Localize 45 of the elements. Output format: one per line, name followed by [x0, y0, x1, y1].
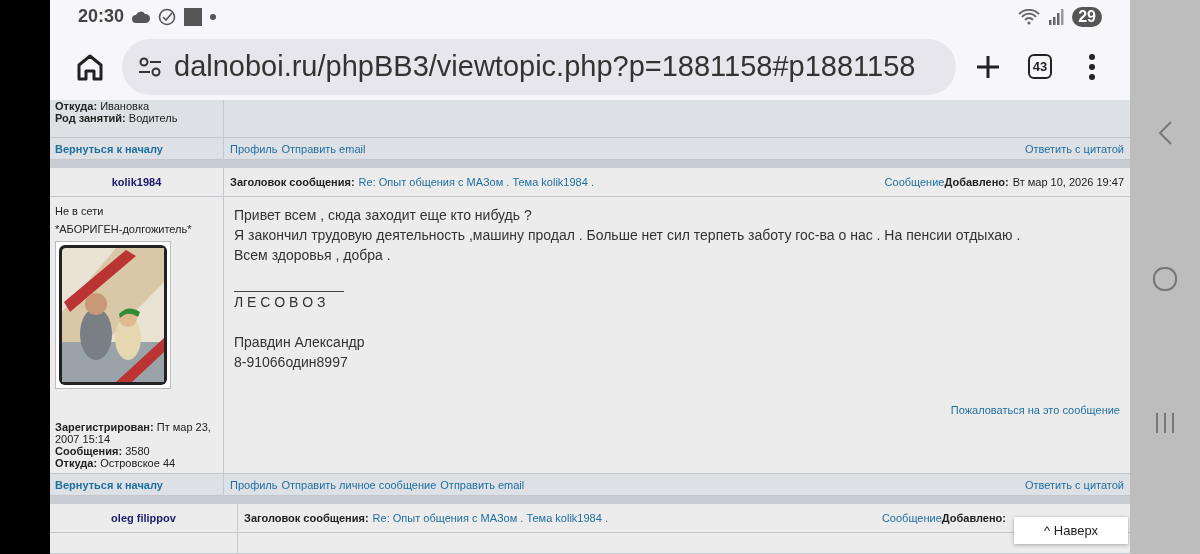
user-rank: *АБОРИГЕН-долгожитель* [55, 223, 193, 235]
profile-field: Род занятий: Водитель [55, 112, 218, 124]
notification-dot-icon [210, 13, 217, 20]
post-date: Вт мар 10, 2026 19:47 [1012, 176, 1124, 188]
post-text: Привет всем , сюда заходит еще кто нибудь ? [234, 206, 533, 225]
check-circle-icon [158, 7, 177, 26]
clock: 20:30 [78, 6, 125, 28]
subject-label: Заголовок сообщения: [244, 512, 369, 524]
added-label: Добавлено: [944, 176, 1009, 188]
subject-link[interactable]: Re: Опыт общения с МАЗом . Тема kolik1984 . [358, 176, 594, 188]
post-text: Я закончил трудовую деятельность ,машину продал . Больше нет сил терпеть заботу гос-ва о нас . На пенсии отдыхаю . [234, 226, 1022, 245]
report-post-link[interactable]: Пожаловаться на это сообщение [950, 400, 1120, 420]
subject-link[interactable]: Re: Опыт общения с МАЗом . Тема kolik1984 . [372, 512, 608, 524]
profile-action-link[interactable]: Отправить личное сообщение [281, 478, 437, 491]
back-to-top-link[interactable]: Вернуться к началу [55, 478, 163, 491]
post-text: Всем здоровья , добра . [234, 246, 392, 265]
signature-text: Правдин Александр [234, 333, 366, 352]
profile-field: Сообщения: 3580 [55, 445, 218, 457]
signature-text: Л Е С О В О З [234, 293, 327, 312]
quote-reply-link[interactable]: Ответить с цитатой [1024, 478, 1124, 491]
profile-field: Зарегистрирован: Пт мар 23, 2007 15:14 [55, 421, 218, 445]
site-settings-icon[interactable] [138, 55, 162, 78]
tab-count-button[interactable]: 43 [1027, 54, 1053, 80]
back-to-top-link[interactable]: Вернуться к началу [55, 142, 163, 155]
author-name[interactable]: kolik1984 [50, 168, 224, 196]
battery-level: 29 [1072, 6, 1102, 27]
added-label: Добавлено: [941, 512, 1006, 524]
signal-icon [1048, 8, 1065, 25]
scroll-to-top-button[interactable]: ^ Наверх [1014, 517, 1128, 544]
subject-label: Заголовок сообщения: [230, 176, 355, 188]
signature-text: 8-91066один8997 [234, 353, 349, 372]
profile-action-link[interactable]: Отправить email [440, 478, 525, 491]
address-bar[interactable]: dalnoboi.ru/phpBB3/viewtopic.php?p=1881158#p1881158 [122, 38, 956, 95]
profile-action-link[interactable]: Отправить email [281, 142, 366, 155]
author-name[interactable]: oleg filippov [50, 504, 238, 532]
profile-field: Откуда: Ивановка [55, 100, 218, 112]
profile-action-link[interactable]: Профиль [230, 142, 278, 155]
quote-reply-link[interactable]: Ответить с цитатой [1024, 142, 1124, 155]
cloud-icon [132, 10, 151, 23]
message-link[interactable]: Сообщение [881, 512, 942, 524]
profile-field: Откуда: Островское 44 [55, 457, 218, 469]
profile-action-link[interactable]: Профиль [230, 478, 278, 491]
message-link[interactable]: Сообщение [884, 176, 945, 188]
wifi-icon [1018, 8, 1041, 25]
online-status: Не в сети [55, 205, 105, 217]
